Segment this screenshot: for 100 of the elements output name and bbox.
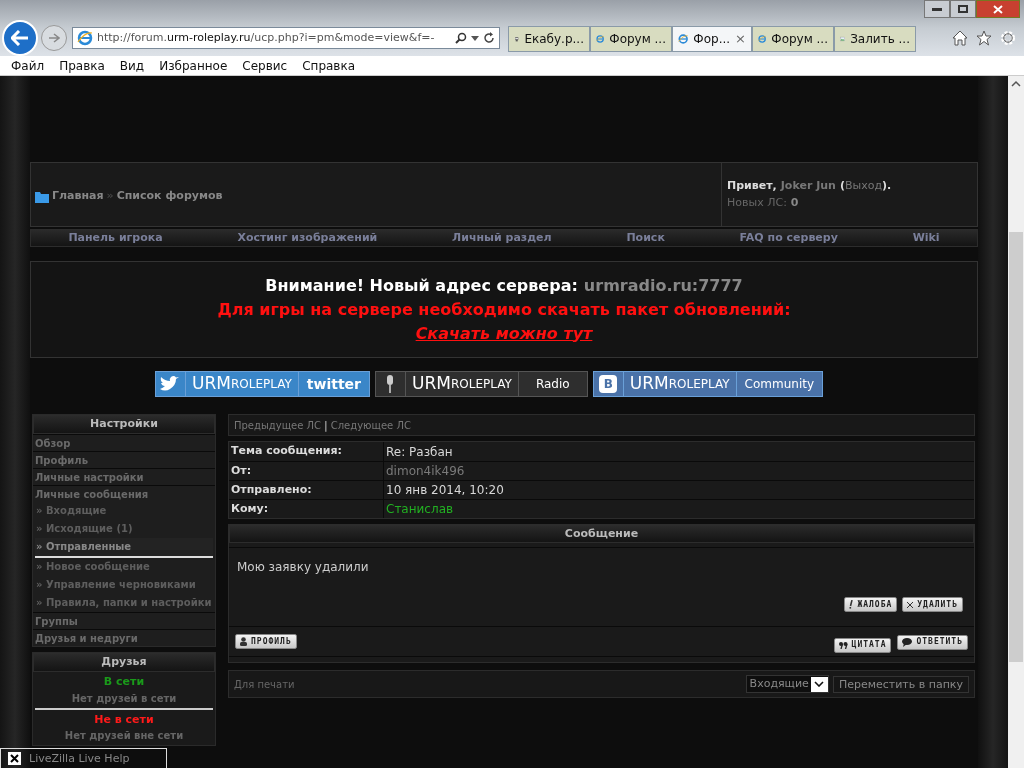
detail-value: Re: Разбан xyxy=(385,443,454,461)
menu-item[interactable]: Правка xyxy=(59,56,105,75)
cross-icon xyxy=(907,601,914,608)
banner-label: Radio xyxy=(534,376,571,393)
announcement-text: Внимание! Новый адрес сервера: xyxy=(265,274,578,297)
browser-tab[interactable]: Форум ... xyxy=(752,26,834,52)
menu-item[interactable]: Сервис xyxy=(242,56,288,75)
banner-label: twitter xyxy=(305,374,362,394)
caret-icon xyxy=(814,681,825,687)
browser-tab[interactable]: Екабу.р... xyxy=(508,26,590,52)
tab-title: Форум ... xyxy=(771,31,828,48)
announcement-text: Для игры на сервере необходимо скачать пакет обновлений: xyxy=(217,298,791,321)
user-icon xyxy=(240,637,247,646)
dropdown-icon[interactable] xyxy=(471,35,479,41)
sidebar-item[interactable]: Личные настройки xyxy=(33,469,215,485)
forward-arrow-icon xyxy=(48,33,60,43)
menu-item[interactable]: Справка xyxy=(302,56,356,75)
social-banner[interactable]: URMROLEPLAY twitter xyxy=(154,371,370,397)
message-title: Сообщение xyxy=(229,525,974,543)
new-messages-label: Новых ЛС: xyxy=(727,194,787,211)
browser-tab[interactable]: Форум ... xyxy=(590,26,672,52)
url-text: http://forum.urm-roleplay.ru/ucp.php?i=pm&mode=view&f=- xyxy=(97,29,435,46)
parenthesis-text: ( xyxy=(839,178,845,194)
maximize-icon[interactable] xyxy=(950,0,976,18)
profile-button[interactable]: ПРОФИЛЬ xyxy=(235,634,297,649)
tab-title: Форум ... xyxy=(609,31,666,48)
print-link[interactable]: Для печати xyxy=(234,676,295,692)
nav-link[interactable]: Хостинг изображений xyxy=(237,229,378,247)
back-arrow-icon xyxy=(11,30,29,46)
browser-tab[interactable]: Залить ... xyxy=(834,26,916,52)
browser-tab[interactable]: Фор... × xyxy=(672,26,752,52)
nav-link[interactable]: Поиск xyxy=(626,229,665,247)
close-tab-icon[interactable]: × xyxy=(735,29,746,49)
home-icon[interactable] xyxy=(952,30,968,46)
social-banner[interactable]: URMROLEPLAY Radio xyxy=(375,371,588,397)
nav-link[interactable]: Wiki xyxy=(912,229,940,247)
star-icon[interactable] xyxy=(976,30,992,46)
nav-link[interactable]: Личный раздел xyxy=(452,229,552,247)
previous-message-link[interactable]: Предыдущее ЛС xyxy=(234,417,322,433)
menu-item[interactable]: Избранное xyxy=(159,56,228,75)
tab-title: Фор... xyxy=(693,31,731,48)
detail-value: 10 янв 2014, 10:20 xyxy=(385,482,505,499)
sidebar-item[interactable]: Профиль xyxy=(33,452,215,468)
social-banner[interactable]: B URM ROLEPLAY Community xyxy=(592,371,824,397)
separator-text: | xyxy=(324,418,328,433)
user-link[interactable]: Joker Jun xyxy=(780,178,836,195)
live-help-title: LiveZilla Live Help xyxy=(29,753,130,764)
detail-value: Станислав xyxy=(385,501,455,518)
tab-title: Екабу.р... xyxy=(524,31,584,48)
sidebar-subitem[interactable]: » Отправленные xyxy=(35,538,213,558)
quote-icon xyxy=(838,641,848,649)
report-button[interactable]: ЖАЛОБА xyxy=(844,597,898,612)
nav-link[interactable]: FAQ по серверу xyxy=(739,229,838,247)
next-message-link[interactable]: Следующее ЛС xyxy=(330,417,411,433)
nav-link[interactable]: Панель игрока xyxy=(68,229,163,247)
microphone-icon xyxy=(385,374,396,394)
detail-label: Кому: xyxy=(229,500,384,518)
quote-button[interactable]: ЦИТАТА xyxy=(833,637,892,653)
sidebar-item[interactable]: Друзья и недруги xyxy=(33,630,215,646)
live-help-widget[interactable]: LiveZilla Live Help xyxy=(0,748,167,768)
sidebar-subitem[interactable]: » Исходящие (1) xyxy=(35,520,213,538)
close-icon[interactable] xyxy=(8,752,21,765)
logout-link[interactable]: Выход xyxy=(844,178,882,195)
download-link[interactable]: Скачать можно тут xyxy=(415,321,593,346)
settings-icon[interactable] xyxy=(1000,30,1016,46)
tab-title: Залить ... xyxy=(850,31,910,48)
breadcrumb-link[interactable]: Главная xyxy=(52,188,104,205)
reply-button[interactable]: ОТВЕТИТЬ xyxy=(897,634,968,650)
empty-list-text: Нет друзей в сети xyxy=(71,691,177,706)
speech-bubble-icon xyxy=(902,637,913,647)
sidebar-subitem[interactable]: » Правила, папки и настройки xyxy=(35,594,213,612)
search-icon[interactable] xyxy=(455,32,467,44)
sidebar-item: Личные сообщения xyxy=(34,487,150,502)
exclamation-icon xyxy=(849,600,854,609)
server-address: urmradio.ru:7777 xyxy=(583,274,743,297)
move-to-folder-button[interactable]: Переместить в папку xyxy=(832,675,969,693)
status-heading: В сети xyxy=(103,674,145,690)
brand-text: URMROLEPLAY xyxy=(185,372,299,396)
breadcrumb-link[interactable]: Список форумов xyxy=(116,188,223,205)
address-field[interactable]: http://forum.urm-roleplay.ru/ucp.php?i=pm&mode=view&f=- xyxy=(72,27,500,49)
menu-item[interactable]: Файл xyxy=(11,56,45,75)
sidebar-item[interactable]: Группы xyxy=(33,613,215,629)
browser-logo-icon xyxy=(77,30,93,46)
sidebar-subitem[interactable]: » Управление черновиками xyxy=(35,576,213,594)
menu-item[interactable]: Вид xyxy=(119,56,145,75)
sidebar-subitem[interactable]: » Входящие xyxy=(35,502,213,520)
sidebar-item[interactable]: Обзор xyxy=(33,435,215,451)
detail-value: dimon4ik496 xyxy=(385,463,466,480)
empty-list-text: Нет друзей вне сети xyxy=(64,729,184,743)
delete-button[interactable]: УДАЛИТЬ xyxy=(902,597,963,612)
folder-select[interactable]: Входящие xyxy=(745,675,829,693)
back-button[interactable] xyxy=(2,20,38,56)
friends-title: Друзья xyxy=(33,653,215,672)
minimize-icon[interactable] xyxy=(924,0,950,18)
brand-text: URM ROLEPLAY xyxy=(623,372,737,396)
sidebar-subitem[interactable]: » Новое сообщение xyxy=(35,558,213,576)
status-heading: Не в сети xyxy=(94,711,154,728)
vk-logo: B xyxy=(599,375,618,393)
scrollbar[interactable] xyxy=(1008,76,1024,768)
refresh-icon[interactable] xyxy=(483,32,495,44)
